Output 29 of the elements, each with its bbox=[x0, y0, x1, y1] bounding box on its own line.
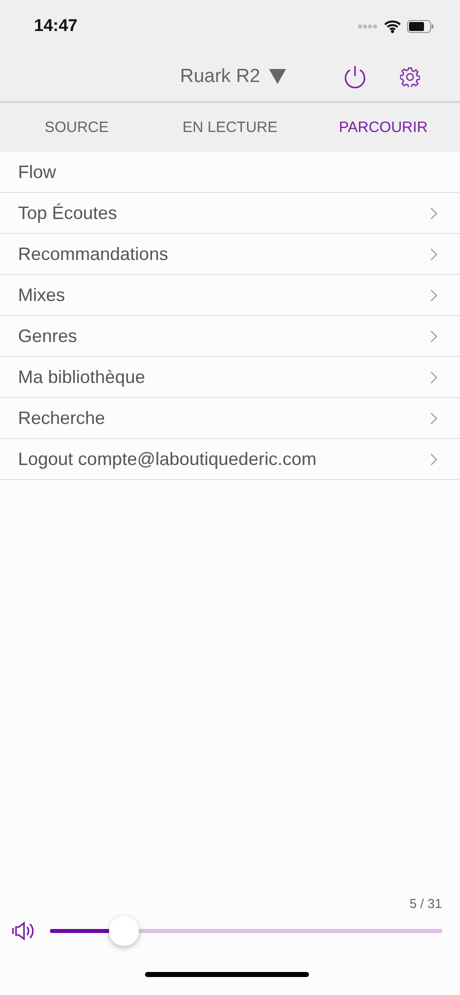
list-item[interactable]: Mixes bbox=[0, 275, 460, 316]
tab[interactable]: PARCOURIR bbox=[306, 103, 460, 152]
signal-icon bbox=[358, 24, 378, 28]
list-item[interactable]: Genres bbox=[0, 316, 460, 357]
chevron-icon bbox=[430, 206, 438, 220]
caret-icon bbox=[269, 69, 286, 84]
list-item[interactable]: Flow bbox=[0, 152, 460, 193]
list-item[interactable]: Ma bibliothèque bbox=[0, 357, 460, 398]
chevron-icon bbox=[430, 330, 438, 342]
list-item[interactable]: Top Écoutes bbox=[0, 193, 460, 234]
list-item[interactable]: Logout compte@laboutiquederic.com bbox=[0, 439, 460, 480]
chevron-icon bbox=[430, 412, 438, 424]
list-item[interactable]: Recommandations bbox=[0, 234, 460, 275]
power-icon[interactable] bbox=[344, 64, 366, 88]
slider-thumb[interactable] bbox=[109, 916, 140, 946]
tab[interactable]: SOURCE bbox=[0, 103, 154, 152]
status-time: 14:47 bbox=[34, 16, 78, 36]
settings-icon[interactable] bbox=[400, 66, 420, 86]
list-item[interactable]: Recherche bbox=[0, 398, 460, 439]
volume-reading: 5 / 31 bbox=[408, 896, 442, 913]
chevron-icon bbox=[430, 370, 438, 384]
speaker-icon[interactable] bbox=[12, 921, 36, 941]
chevron-icon bbox=[430, 452, 438, 466]
wifi-icon bbox=[384, 20, 401, 32]
chevron-icon bbox=[430, 288, 438, 302]
device-selector[interactable]: Ruark R2 bbox=[180, 66, 286, 88]
battery-icon bbox=[407, 20, 434, 32]
tab[interactable]: EN LECTURE bbox=[153, 103, 307, 152]
chevron-icon bbox=[430, 248, 438, 260]
